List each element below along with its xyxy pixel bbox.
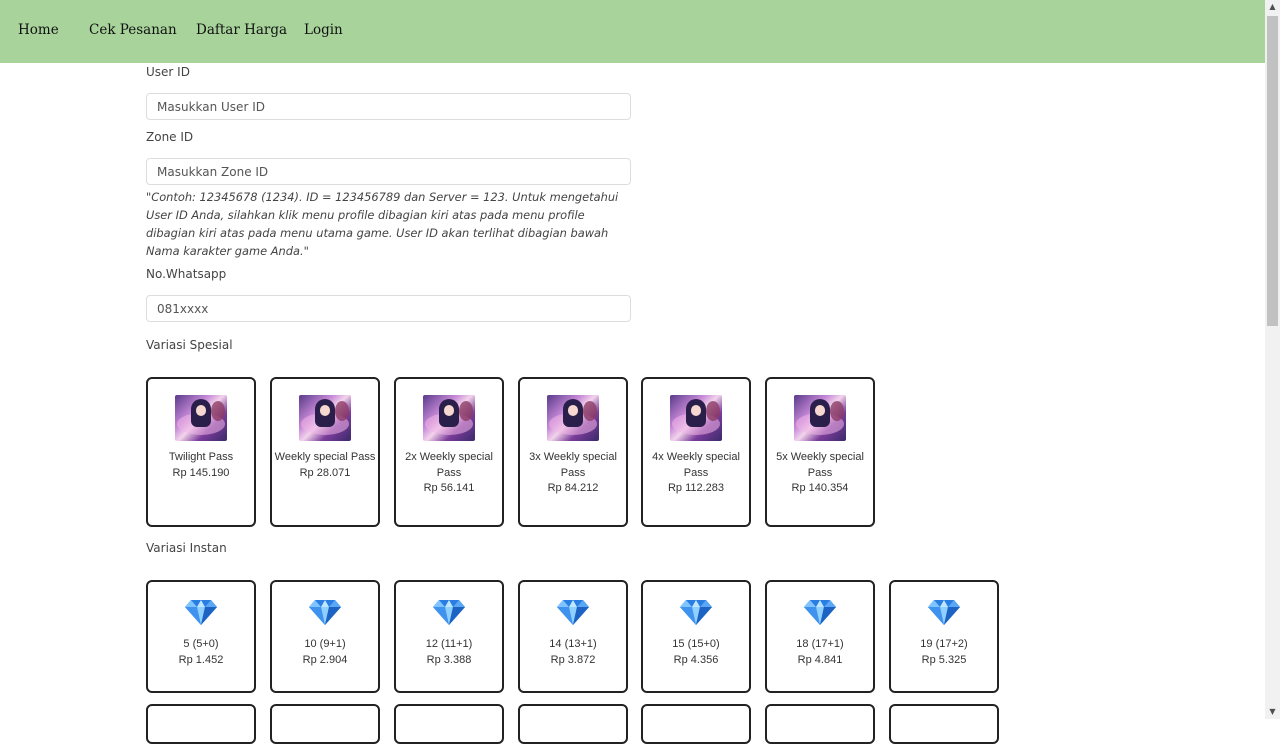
special-product-card[interactable]: 5x Weekly special Pass Rp 140.354 bbox=[765, 377, 875, 527]
vertical-scrollbar[interactable]: ▲ ▼ bbox=[1265, 0, 1280, 719]
product-price: Rp 140.354 bbox=[791, 482, 849, 494]
diamond-icon bbox=[185, 600, 217, 625]
product-price: Rp 2.904 bbox=[302, 653, 348, 666]
product-name: Twilight Pass bbox=[168, 451, 234, 463]
instant-product-card[interactable]: 14 (13+1) Rp 3.872 bbox=[518, 580, 628, 693]
nav-login[interactable]: Login bbox=[304, 22, 343, 38]
whatsapp-input[interactable] bbox=[146, 295, 631, 322]
scroll-down-arrow-icon[interactable]: ▼ bbox=[1265, 705, 1280, 719]
instant-product-card[interactable]: 12 (11+1) Rp 3.388 bbox=[394, 580, 504, 693]
instant-product-card[interactable] bbox=[765, 704, 875, 744]
instant-product-card[interactable]: 10 (9+1) Rp 2.904 bbox=[270, 580, 380, 693]
user-id-input[interactable] bbox=[146, 93, 631, 120]
hero-pass-image bbox=[670, 395, 722, 441]
hero-pass-image bbox=[423, 395, 475, 441]
product-price: Rp 4.841 bbox=[797, 653, 843, 666]
product-price: Rp 84.212 bbox=[547, 482, 599, 494]
diamond-icon bbox=[309, 600, 341, 625]
user-id-label: User ID bbox=[146, 65, 190, 79]
navbar: Home Cek Pesanan Daftar Harga Login bbox=[0, 0, 1265, 63]
instant-product-card[interactable]: 19 (17+2) Rp 5.325 bbox=[889, 580, 999, 693]
instant-section-title: Variasi Instan bbox=[146, 541, 227, 555]
special-product-card[interactable]: 4x Weekly special Pass Rp 112.283 bbox=[641, 377, 751, 527]
nav-home[interactable]: Home bbox=[18, 22, 59, 38]
product-name: 19 (17+2) bbox=[920, 638, 968, 650]
product-price: Rp 5.325 bbox=[921, 653, 967, 666]
diamond-icon bbox=[680, 600, 712, 625]
whatsapp-label: No.Whatsapp bbox=[146, 267, 227, 281]
zone-id-input[interactable] bbox=[146, 158, 631, 185]
product-price: Rp 112.283 bbox=[667, 482, 725, 494]
product-name: 14 (13+1) bbox=[549, 638, 597, 650]
product-name: 10 (9+1) bbox=[304, 638, 346, 650]
scroll-thumb[interactable] bbox=[1267, 16, 1278, 326]
diamond-icon bbox=[433, 600, 465, 625]
product-name: 3x Weekly special Pass bbox=[529, 451, 617, 479]
instant-product-card[interactable] bbox=[394, 704, 504, 744]
hero-pass-image bbox=[299, 395, 351, 441]
hero-pass-image bbox=[547, 395, 599, 441]
zone-id-label: Zone ID bbox=[146, 130, 194, 144]
hero-pass-image bbox=[175, 395, 227, 441]
product-price: Rp 3.872 bbox=[550, 653, 596, 666]
user-id-hint: "Contoh: 12345678 (1234). ID = 123456789… bbox=[146, 190, 619, 258]
diamond-icon bbox=[557, 600, 589, 625]
instant-product-card[interactable]: 5 (5+0) Rp 1.452 bbox=[146, 580, 256, 693]
product-price: Rp 28.071 bbox=[299, 466, 351, 479]
product-name: Weekly special Pass bbox=[274, 451, 376, 463]
instant-product-card[interactable]: 18 (17+1) Rp 4.841 bbox=[765, 580, 875, 693]
nav-daftar-harga[interactable]: Daftar Harga bbox=[196, 22, 287, 38]
instant-product-card[interactable] bbox=[518, 704, 628, 744]
instant-product-card[interactable] bbox=[146, 704, 256, 744]
nav-cek-pesanan[interactable]: Cek Pesanan bbox=[89, 22, 177, 38]
special-product-card[interactable]: 2x Weekly special Pass Rp 56.141 bbox=[394, 377, 504, 527]
product-price: Rp 4.356 bbox=[673, 653, 719, 666]
product-price: Rp 1.452 bbox=[178, 653, 224, 666]
product-name: 4x Weekly special Pass bbox=[652, 451, 740, 479]
scroll-up-arrow-icon[interactable]: ▲ bbox=[1265, 0, 1280, 14]
special-product-card[interactable]: Weekly special Pass Rp 28.071 bbox=[270, 377, 380, 527]
instant-product-card[interactable]: 15 (15+0) Rp 4.356 bbox=[641, 580, 751, 693]
product-name: 12 (11+1) bbox=[425, 638, 473, 650]
product-name: 15 (15+0) bbox=[672, 638, 720, 650]
instant-product-card[interactable] bbox=[889, 704, 999, 744]
diamond-icon bbox=[928, 600, 960, 625]
product-price: Rp 56.141 bbox=[423, 482, 475, 494]
product-price: Rp 145.190 bbox=[172, 466, 230, 479]
hero-pass-image bbox=[794, 395, 846, 441]
special-product-card[interactable]: Twilight Pass Rp 145.190 bbox=[146, 377, 256, 527]
product-name: 2x Weekly special Pass bbox=[405, 451, 493, 479]
product-name: 18 (17+1) bbox=[796, 638, 844, 650]
instant-product-card[interactable] bbox=[641, 704, 751, 744]
instant-product-card[interactable] bbox=[270, 704, 380, 744]
product-name: 5x Weekly special Pass bbox=[776, 451, 864, 479]
special-product-card[interactable]: 3x Weekly special Pass Rp 84.212 bbox=[518, 377, 628, 527]
special-section-title: Variasi Spesial bbox=[146, 338, 233, 352]
product-price: Rp 3.388 bbox=[426, 653, 472, 666]
diamond-icon bbox=[804, 600, 836, 625]
product-name: 5 (5+0) bbox=[183, 638, 219, 650]
